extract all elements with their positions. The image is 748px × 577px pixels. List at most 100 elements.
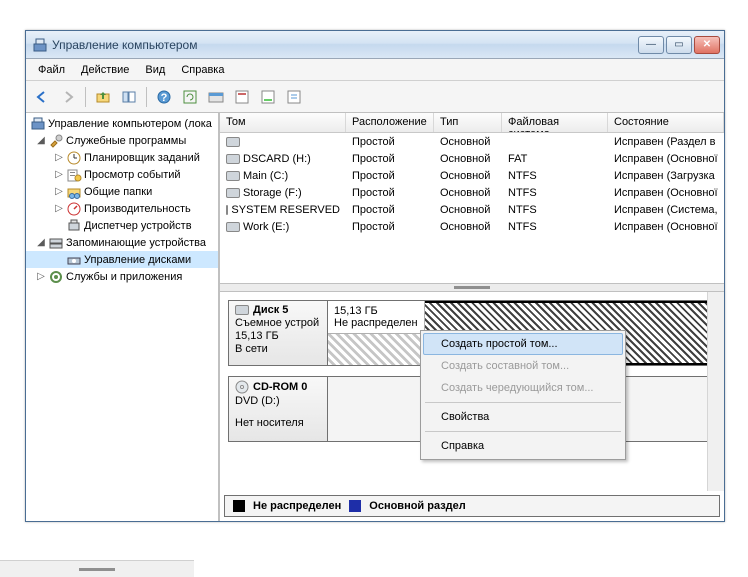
unallocated-partition[interactable]: 15,13 ГБ Не распределен [328,301,425,334]
navigation-tree[interactable]: Управление компьютером (лока ◢ Служебные… [26,113,220,521]
tree-label: Диспетчер устройств [84,220,192,232]
legend-swatch-unallocated [233,500,245,512]
menubar: Файл Действие Вид Справка [26,59,724,81]
menu-separator [425,402,621,403]
services-icon [48,269,64,285]
close-button[interactable]: ✕ [694,36,720,54]
collapse-icon[interactable]: ◢ [36,135,46,146]
tree-label: Просмотр событий [84,169,181,181]
disk5-status: В сети [235,343,321,355]
expand-icon[interactable]: ▷ [54,186,64,197]
expand-icon[interactable]: ▷ [36,271,46,282]
menu-create-simple-volume[interactable]: Создать простой том... [423,333,623,355]
menu-action[interactable]: Действие [73,61,137,79]
window-title: Управление компьютером [52,38,638,52]
event-icon [66,167,82,183]
content-area: Управление компьютером (лока ◢ Служебные… [26,113,724,521]
maximize-button[interactable]: ▭ [666,36,692,54]
tree-label: Управление дисками [84,254,191,266]
disk5-info[interactable]: Диск 5 Съемное устрой 15,13 ГБ В сети [228,300,328,366]
tree-services-apps[interactable]: ▷ Службы и приложения [26,268,218,285]
app-icon [32,37,48,53]
vertical-scrollbar[interactable] [707,292,724,491]
col-layout[interactable]: Расположение [346,113,434,132]
tree-label: Планировщик заданий [84,152,200,164]
clock-icon [66,150,82,166]
volume-icon [226,222,240,232]
action-1-button[interactable] [230,85,254,109]
titlebar[interactable]: Управление компьютером — ▭ ✕ [26,31,724,59]
horizontal-splitter[interactable] [220,283,724,292]
legend-primary: Основной раздел [369,500,466,512]
tree-system-tools[interactable]: ◢ Служебные программы [26,132,218,149]
volume-list-header: Том Расположение Тип Файловая система Со… [220,113,724,133]
volume-icon [226,154,240,164]
expand-icon[interactable]: ▷ [54,169,64,180]
cdrom-status: Нет носителя [235,417,321,429]
tree-label: Службы и приложения [66,271,182,283]
menu-view[interactable]: Вид [137,61,173,79]
menu-help[interactable]: Справка [423,435,623,457]
up-level-button[interactable] [91,85,115,109]
col-volume[interactable]: Том [220,113,346,132]
storage-icon [48,235,64,251]
col-filesystem[interactable]: Файловая система [502,113,608,132]
properties-button[interactable] [282,85,306,109]
action-2-button[interactable] [256,85,280,109]
tree-device-manager[interactable]: Диспетчер устройств [26,217,218,234]
volume-icon [226,188,240,198]
details-pane: Том Расположение Тип Файловая система Со… [220,113,724,521]
legend-swatch-primary [349,500,361,512]
collapse-icon[interactable]: ◢ [36,237,46,248]
menu-create-spanned-volume: Создать составной том... [423,355,623,377]
tree-storage[interactable]: ◢ Запоминающие устройства [26,234,218,251]
svg-text:?: ? [161,92,168,104]
show-hide-button[interactable] [117,85,141,109]
menu-create-striped-volume: Создать чередующийся том... [423,377,623,399]
help-button[interactable]: ? [152,85,176,109]
tree-root[interactable]: Управление компьютером (лока [26,115,218,132]
tree-label: Служебные программы [66,135,186,147]
tree-task-scheduler[interactable]: ▷ Планировщик заданий [26,149,218,166]
menu-separator [425,431,621,432]
disk-layout-pane: Диск 5 Съемное устрой 15,13 ГБ В сети 15… [220,292,724,491]
volume-row[interactable]: Main (C:)ПростойОсновнойNTFSИсправен (За… [220,167,724,184]
cdrom-info[interactable]: CD-ROM 0 DVD (D:) Нет носителя [228,376,328,442]
expand-icon[interactable]: ▷ [54,152,64,163]
nav-back-button[interactable] [30,85,54,109]
volume-row[interactable]: SYSTEM RESERVEDПростойОсновнойNTFSИсправ… [220,201,724,218]
menu-help[interactable]: Справка [173,61,232,79]
disk5-kind: Съемное устрой [235,317,321,329]
col-type[interactable]: Тип [434,113,502,132]
volume-row[interactable]: DSCARD (H:)ПростойОсновнойFATИсправен (О… [220,150,724,167]
legend-bar: Не распределен Основной раздел [224,495,720,517]
minimize-button[interactable]: — [638,36,664,54]
volume-row[interactable]: Work (E:)ПростойОсновнойNTFSИсправен (Ос… [220,218,724,235]
performance-icon [66,201,82,217]
folder-share-icon [66,184,82,200]
volume-row[interactable]: Storage (F:)ПростойОсновнойNTFSИсправен … [220,184,724,201]
tree-performance[interactable]: ▷ Производительность [26,200,218,217]
menu-file[interactable]: Файл [30,61,73,79]
volume-list[interactable]: ПростойОсновнойИсправен (Раздел в DSCARD… [220,133,724,283]
refresh-button[interactable] [178,85,202,109]
volume-row[interactable]: ПростойОсновнойИсправен (Раздел в [220,133,724,150]
settings-button[interactable] [204,85,228,109]
tree-disk-management[interactable]: Управление дисками [26,251,218,268]
tree-shared-folders[interactable]: ▷ Общие папки [26,183,218,200]
disk-icon [235,305,249,315]
tree-label: Запоминающие устройства [66,237,206,249]
cdrom-icon [235,380,249,394]
nav-forward-button[interactable] [56,85,80,109]
volume-icon [226,137,240,147]
tools-icon [48,133,64,149]
legend-unallocated: Не распределен [253,500,341,512]
tree-event-viewer[interactable]: ▷ Просмотр событий [26,166,218,183]
col-status[interactable]: Состояние [608,113,724,132]
tree-label: Управление компьютером (лока [48,118,212,130]
tree-label: Производительность [84,203,191,215]
menu-properties[interactable]: Свойства [423,406,623,428]
expand-icon[interactable]: ▷ [54,203,64,214]
toolbar: ? [26,81,724,113]
device-icon [66,218,82,234]
